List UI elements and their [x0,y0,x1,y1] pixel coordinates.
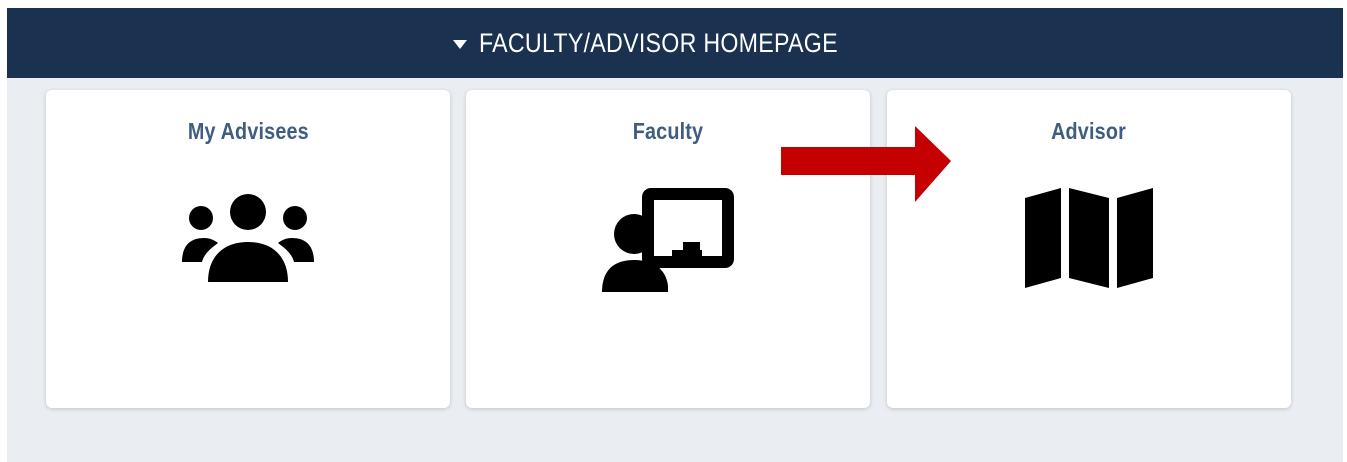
section-header-faculty-advisor[interactable]: FACULTY/ADVISOR HOMEPAGE [7,8,1343,78]
arrow-right-icon [781,126,951,202]
homepage-container: FACULTY/ADVISOR HOMEPAGE My Advisees Fac… [7,8,1343,462]
map-icon [1025,188,1153,288]
users-group-icon [182,194,314,282]
teacher-at-board-icon [602,188,734,292]
section-title: FACULTY/ADVISOR HOMEPAGE [479,27,839,58]
caret-down-icon[interactable] [453,39,468,49]
tile-my-advisees[interactable]: My Advisees [46,90,450,408]
tile-label-advisor: Advisor [1051,118,1127,144]
tile-label-faculty: Faculty [632,118,704,144]
tile-label-my-advisees: My Advisees [187,118,309,144]
